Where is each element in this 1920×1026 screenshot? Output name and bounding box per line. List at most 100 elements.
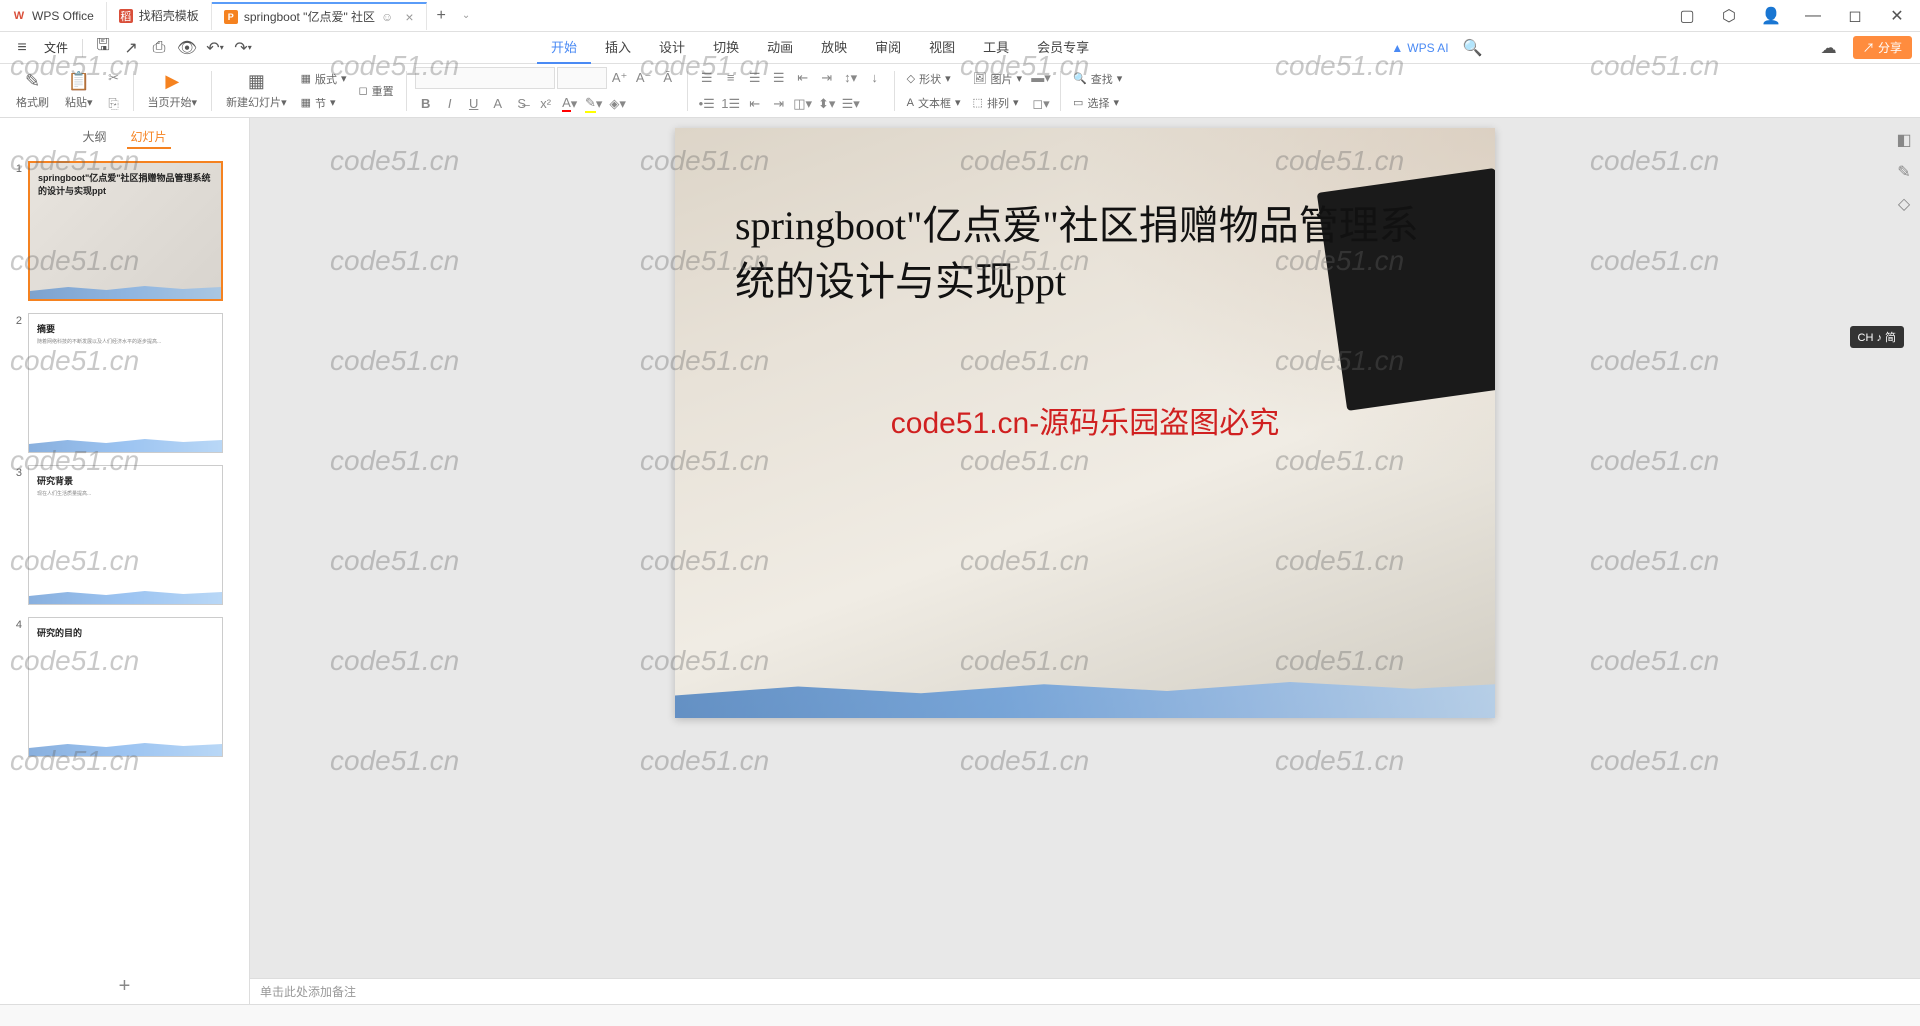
tab-chevron-icon[interactable]: ⌄ — [456, 10, 476, 21]
reset-button[interactable]: ◻ 重置 — [355, 81, 398, 101]
highlight-icon[interactable]: A — [487, 93, 509, 115]
canvas-scroll[interactable]: springboot"亿点爱"社区捐赠物品管理系统的设计与实现ppt code5… — [250, 118, 1920, 978]
align-center-icon[interactable]: ≡ — [720, 67, 742, 89]
close-tab-icon[interactable]: × — [405, 9, 413, 25]
tool-icon[interactable]: ◇ — [1892, 192, 1916, 216]
minimize-button[interactable]: — — [1798, 1, 1828, 31]
slide-thumbnail-4[interactable]: 研究的目的 — [28, 617, 223, 757]
slide-title-text[interactable]: springboot"亿点爱"社区捐赠物品管理系统的设计与实现ppt — [735, 198, 1435, 310]
preview-icon[interactable]: 👁 — [175, 36, 199, 60]
tool-icon[interactable]: ◧ — [1892, 128, 1916, 152]
slide-thumbnail-1[interactable]: springboot"亿点爱"社区捐赠物品管理系统的设计与实现ppt — [28, 161, 223, 301]
menu-tab-start[interactable]: 开始 — [537, 31, 591, 64]
change-case-icon[interactable]: Ā — [657, 67, 679, 89]
ime-indicator[interactable]: CH ♪ 简 — [1850, 326, 1905, 348]
undo-icon[interactable]: ↶▾ — [203, 36, 227, 60]
notes-input[interactable]: 单击此处添加备注 — [250, 978, 1920, 1004]
tab-wps-office[interactable]: W WPS Office — [0, 2, 107, 30]
select-button[interactable]: ▭ 选择▾ — [1069, 93, 1126, 113]
add-tab-button[interactable]: + — [427, 7, 456, 25]
decrease-font-icon[interactable]: A⁻ — [633, 67, 655, 89]
clear-format-icon[interactable]: ◈▾ — [607, 93, 629, 115]
add-slide-button[interactable]: + — [119, 975, 131, 998]
menu-tab-view[interactable]: 视图 — [915, 31, 969, 64]
increase-font-icon[interactable]: A⁺ — [609, 67, 631, 89]
fill-icon[interactable]: ▬▾ — [1030, 67, 1052, 89]
new-slide-button[interactable]: ▦ 新建幻灯片▾ — [226, 71, 287, 110]
menu-tab-review[interactable]: 审阅 — [861, 31, 915, 64]
outline-tab[interactable]: 大纲 — [78, 126, 110, 149]
menu-tab-tools[interactable]: 工具 — [969, 31, 1023, 64]
increase-indent-icon[interactable]: ⇥ — [768, 93, 790, 115]
image-button[interactable]: 🖼 图片▾ — [969, 69, 1027, 89]
menu-tab-design[interactable]: 设计 — [645, 31, 699, 64]
thumbnail-list[interactable]: 1 springboot"亿点爱"社区捐赠物品管理系统的设计与实现ppt 2 摘… — [0, 153, 249, 969]
wps-ai-button[interactable]: ▲ WPS AI — [1391, 41, 1448, 55]
redo-icon[interactable]: ↷▾ — [231, 36, 255, 60]
bullets-icon[interactable]: •☰ — [696, 93, 718, 115]
cut-icon[interactable]: ✂ — [103, 67, 125, 89]
print-icon[interactable]: ⎙ — [147, 36, 171, 60]
slide-thumbnail-2[interactable]: 摘要 随着网络科技的不断发展以及人们经济水平的逐步提高... — [28, 313, 223, 453]
export-icon[interactable]: ↗ — [119, 36, 143, 60]
find-button[interactable]: 🔍 查找▾ — [1069, 69, 1126, 89]
thumbnail-item[interactable]: 3 研究背景 现在人们生活质量提高... — [10, 465, 239, 605]
numbering-icon[interactable]: 1☰ — [720, 93, 742, 115]
thumbnail-item[interactable]: 4 研究的目的 — [10, 617, 239, 757]
cloud-icon[interactable]: ☁ — [1817, 36, 1841, 60]
copy-icon[interactable]: ⎘ — [103, 93, 125, 115]
outline-icon[interactable]: ◻▾ — [1030, 93, 1052, 115]
layout-button[interactable]: ▦ 版式▾ — [297, 69, 351, 89]
thumbnail-item[interactable]: 1 springboot"亿点爱"社区捐赠物品管理系统的设计与实现ppt — [10, 161, 239, 301]
file-menu[interactable]: 文件 — [36, 39, 76, 56]
indent-right-icon[interactable]: ⇥ — [816, 67, 838, 89]
paste-button[interactable]: 📋 粘贴▾ — [65, 71, 93, 110]
align-justify-icon[interactable]: ☰ — [768, 67, 790, 89]
tab-document[interactable]: P springboot "亿点爱" 社区 ☺ × — [212, 2, 427, 30]
thumbnail-item[interactable]: 2 摘要 随着网络科技的不断发展以及人们经济水平的逐步提高... — [10, 313, 239, 453]
avatar-icon[interactable]: 👤 — [1756, 1, 1786, 31]
window-icon[interactable]: ▢ — [1672, 1, 1702, 31]
slide-thumbnail-3[interactable]: 研究背景 现在人们生活质量提高... — [28, 465, 223, 605]
format-painter-button[interactable]: ✎ 格式刷 — [16, 71, 49, 110]
menu-tab-transition[interactable]: 切换 — [699, 31, 753, 64]
indent-left-icon[interactable]: ⇤ — [792, 67, 814, 89]
line-spacing-icon[interactable]: ↕▾ — [840, 67, 862, 89]
arrange-button[interactable]: ⬚ 排列▾ — [969, 93, 1027, 113]
font-size-select[interactable] — [557, 67, 607, 89]
font-color-icon[interactable]: A▾ — [559, 93, 581, 115]
maximize-button[interactable]: ◻ — [1840, 1, 1870, 31]
more-align-icon[interactable]: ☰▾ — [840, 93, 862, 115]
close-button[interactable]: ✕ — [1882, 1, 1912, 31]
underline-icon[interactable]: U — [463, 93, 485, 115]
slides-tab[interactable]: 幻灯片 — [127, 126, 171, 149]
hamburger-icon[interactable]: ≡ — [10, 36, 34, 60]
menu-tab-slideshow[interactable]: 放映 — [807, 31, 861, 64]
align-left-icon[interactable]: ☰ — [696, 67, 718, 89]
tab-templates[interactable]: 稻 找稻壳模板 — [107, 2, 212, 30]
menu-tab-animation[interactable]: 动画 — [753, 31, 807, 64]
columns-icon[interactable]: ◫▾ — [792, 93, 814, 115]
align-right-icon[interactable]: ☰ — [744, 67, 766, 89]
start-from-page-button[interactable]: ▶ 当页开始▾ — [148, 71, 198, 110]
textbox-button[interactable]: A 文本框▾ — [903, 93, 965, 113]
save-icon[interactable]: 🖫 — [91, 36, 115, 60]
decrease-indent-icon[interactable]: ⇤ — [744, 93, 766, 115]
shape-button[interactable]: ◇ 形状▾ — [903, 69, 965, 89]
section-button[interactable]: ▦ 节▾ — [297, 93, 351, 113]
bold-icon[interactable]: B — [415, 93, 437, 115]
font-family-select[interactable] — [415, 67, 555, 89]
menu-tab-insert[interactable]: 插入 — [591, 31, 645, 64]
italic-icon[interactable]: I — [439, 93, 461, 115]
vertical-align-icon[interactable]: ⬍▾ — [816, 93, 838, 115]
search-icon[interactable]: 🔍 — [1461, 36, 1485, 60]
slide-canvas[interactable]: springboot"亿点爱"社区捐赠物品管理系统的设计与实现ppt code5… — [675, 128, 1495, 718]
cube-icon[interactable]: ⬡ — [1714, 1, 1744, 31]
menu-tab-member[interactable]: 会员专享 — [1023, 31, 1103, 64]
strikethrough-icon[interactable]: S̶ — [511, 93, 533, 115]
highlight-color-icon[interactable]: ✎▾ — [583, 93, 605, 115]
text-direction-icon[interactable]: ↓ — [864, 67, 886, 89]
tool-icon[interactable]: ✎ — [1892, 160, 1916, 184]
share-button[interactable]: ↗ 分享 — [1853, 36, 1912, 59]
superscript-icon[interactable]: x² — [535, 93, 557, 115]
